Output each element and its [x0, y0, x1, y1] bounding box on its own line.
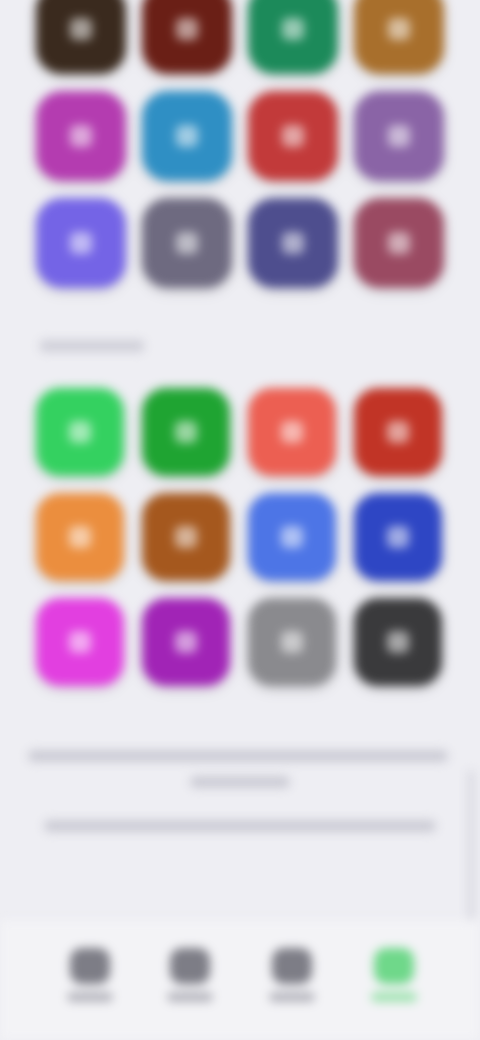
color-grid-tile-11[interactable] [248, 598, 336, 686]
app-icon [388, 18, 410, 40]
tab-4[interactable] [344, 948, 444, 1028]
top-grid-tile-7[interactable] [248, 91, 338, 181]
color-grid-tile-9[interactable] [36, 598, 124, 686]
icon-grid-top [36, 0, 444, 288]
top-grid-tile-3[interactable] [248, 0, 338, 74]
tab-1-icon [70, 948, 110, 984]
top-grid-tile-10[interactable] [142, 198, 232, 288]
top-grid-tile-11[interactable] [248, 198, 338, 288]
app-icon [176, 232, 198, 254]
color-grid-tile-12[interactable] [354, 598, 442, 686]
app-icon [388, 232, 410, 254]
color-grid-tile-1[interactable] [36, 388, 124, 476]
color-grid-tile-4[interactable] [354, 388, 442, 476]
description-line-2 [190, 776, 290, 788]
tab-3-icon [272, 948, 312, 984]
tab-3[interactable] [242, 948, 342, 1028]
app-icon [281, 631, 303, 653]
tab-1-label [67, 992, 113, 1002]
tab-1[interactable] [40, 948, 140, 1028]
tab-4-label [371, 992, 417, 1002]
app-icon [175, 631, 197, 653]
top-grid-tile-12[interactable] [354, 198, 444, 288]
color-grid-tile-2[interactable] [142, 388, 230, 476]
app-icon [387, 631, 409, 653]
tab-4-icon [374, 948, 414, 984]
top-grid-tile-1[interactable] [36, 0, 126, 74]
top-grid-tile-6[interactable] [142, 91, 232, 181]
section-header [40, 340, 144, 355]
top-grid-tile-5[interactable] [36, 91, 126, 181]
description-line-1 [28, 750, 448, 762]
app-icon [69, 421, 91, 443]
tab-2[interactable] [140, 948, 240, 1028]
app-screen [0, 0, 480, 1040]
app-icon [281, 526, 303, 548]
app-icon [176, 125, 198, 147]
color-grid-tile-3[interactable] [248, 388, 336, 476]
app-icon [70, 125, 92, 147]
color-grid-tile-6[interactable] [142, 493, 230, 581]
app-icon [282, 125, 304, 147]
app-icon [69, 526, 91, 548]
app-icon [70, 232, 92, 254]
app-icon [388, 125, 410, 147]
color-grid-tile-7[interactable] [248, 493, 336, 581]
app-icon [282, 232, 304, 254]
app-icon [70, 18, 92, 40]
color-grid-tile-8[interactable] [354, 493, 442, 581]
tab-2-icon [170, 948, 210, 984]
tab-3-label [269, 992, 315, 1002]
app-icon [175, 526, 197, 548]
app-icon [69, 631, 91, 653]
top-grid-tile-4[interactable] [354, 0, 444, 74]
section-header-placeholder [40, 340, 144, 352]
top-grid-tile-2[interactable] [142, 0, 232, 74]
color-grid-tile-10[interactable] [142, 598, 230, 686]
scrollbar[interactable] [468, 770, 474, 920]
app-icon [387, 526, 409, 548]
color-grid-tile-5[interactable] [36, 493, 124, 581]
tab-2-label [167, 992, 213, 1002]
top-grid-tile-8[interactable] [354, 91, 444, 181]
app-icon [387, 421, 409, 443]
app-icon [176, 18, 198, 40]
app-icon [282, 18, 304, 40]
app-icon [281, 421, 303, 443]
icon-grid-colors [36, 388, 444, 686]
tab-bar [0, 920, 480, 1040]
top-grid-tile-9[interactable] [36, 198, 126, 288]
app-icon [175, 421, 197, 443]
description-line-3 [44, 820, 436, 832]
